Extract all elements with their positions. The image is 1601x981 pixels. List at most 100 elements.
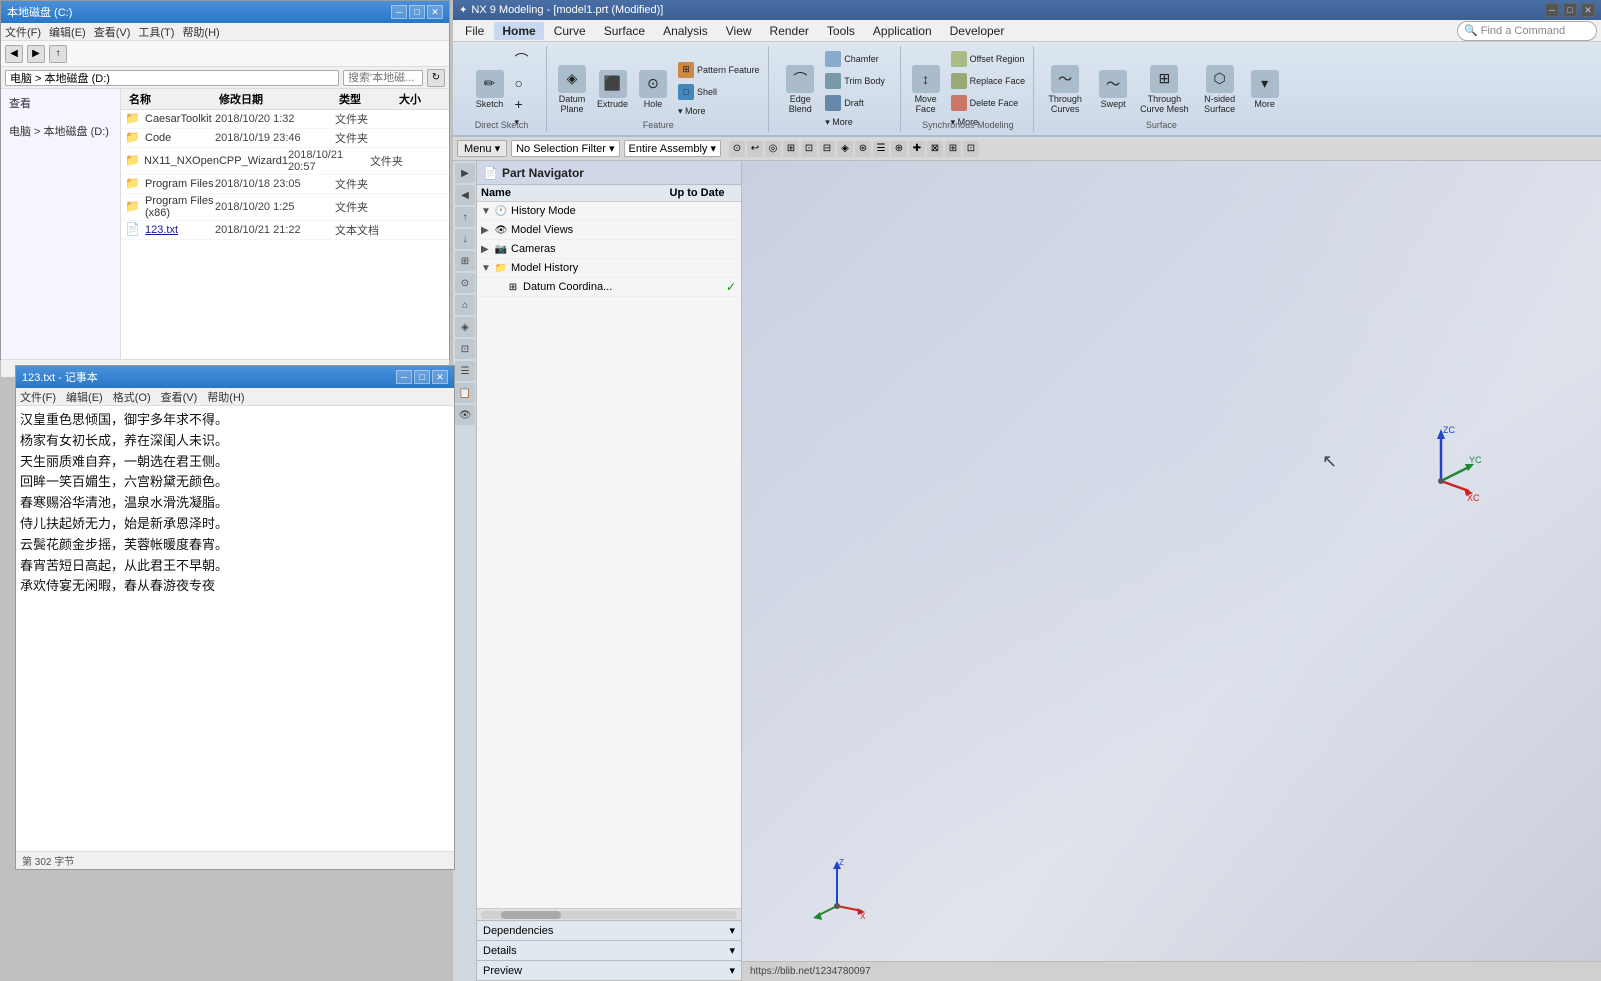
sel-icon-6[interactable]: ⊟	[819, 141, 835, 157]
explorer-menu-file[interactable]: 文件(F)	[5, 24, 41, 40]
explorer-col-name[interactable]: 名称	[125, 91, 215, 107]
feature-more-button[interactable]: ▾ More	[674, 104, 764, 119]
explorer-menu-tools[interactable]: 工具(T)	[138, 24, 174, 40]
explorer-row-1[interactable]: 📁 Code 2018/10/19 23:46 文件夹	[121, 129, 449, 148]
nav-item-datum-coord[interactable]: ⊞ Datum Coordina... ✓	[477, 278, 741, 297]
nav-scrollbar[interactable]	[477, 908, 741, 920]
notepad-menu-view[interactable]: 查看(V)	[161, 389, 198, 405]
explorer-left-breadcrumb[interactable]: 电脑 > 本地磁盘 (D:)	[5, 121, 116, 141]
sidebar-icon-4[interactable]: ↓	[455, 229, 475, 249]
menu-dropdown-button[interactable]: Menu ▾	[457, 140, 507, 157]
sketch-point-button[interactable]: +	[511, 94, 533, 114]
explorer-back-button[interactable]: ◀	[5, 45, 23, 63]
nav-section-preview[interactable]: Preview ▾	[477, 961, 741, 981]
3d-viewport[interactable]: ZC YC XC	[742, 161, 1601, 981]
sel-icon-12[interactable]: ⊠	[927, 141, 943, 157]
nx-menu-surface[interactable]: Surface	[596, 22, 653, 40]
explorer-col-size[interactable]: 大小	[395, 91, 445, 107]
nav-item-model-views[interactable]: ▶ 👁 Model Views	[477, 221, 741, 240]
sel-icon-9[interactable]: ☰	[873, 141, 889, 157]
sidebar-icon-2[interactable]: ◀	[455, 185, 475, 205]
explorer-address-input[interactable]	[5, 70, 339, 86]
sel-icon-1[interactable]: ⊙	[729, 141, 745, 157]
explorer-row-4[interactable]: 📁 Program Files (x86) 2018/10/20 1:25 文件…	[121, 194, 449, 221]
explorer-maximize-button[interactable]: □	[409, 5, 425, 19]
sel-icon-10[interactable]: ⊕	[891, 141, 907, 157]
nx-close-button[interactable]: ✕	[1581, 3, 1595, 17]
nx-menu-file[interactable]: File	[457, 22, 492, 40]
sidebar-icon-3[interactable]: ↑	[455, 207, 475, 227]
extrude-button[interactable]: ⬛ Extrude	[593, 67, 632, 112]
sidebar-icon-5[interactable]: ⊞	[455, 251, 475, 271]
offset-region-button[interactable]: Offset Region	[947, 49, 1030, 69]
nx-minimize-button[interactable]: ─	[1545, 3, 1559, 17]
notepad-text-area[interactable]: 汉皇重色思倾国，御宇多年求不得。 杨家有女初长成，养在深闺人未识。 天生丽质难自…	[16, 406, 454, 851]
nav-scroll-thumb[interactable]	[501, 911, 561, 919]
sel-icon-3[interactable]: ◎	[765, 141, 781, 157]
explorer-row-5[interactable]: 📄 123.txt 2018/10/21 21:22 文本文档	[121, 221, 449, 240]
sel-icon-7[interactable]: ◈	[837, 141, 853, 157]
nx-menu-home[interactable]: Home	[494, 22, 543, 40]
sketch-arc-button[interactable]: ⌒	[511, 48, 533, 72]
through-curves-button[interactable]: 〜 ThroughCurves	[1040, 62, 1090, 117]
nav-section-dependencies[interactable]: Dependencies ▾	[477, 921, 741, 941]
datum-plane-button[interactable]: ◈ DatumPlane	[553, 62, 591, 117]
sketch-button[interactable]: ✏ Sketch	[471, 67, 509, 112]
sel-icon-11[interactable]: ✚	[909, 141, 925, 157]
find-command-input[interactable]: 🔍 Find a Command	[1457, 21, 1597, 41]
sidebar-icon-12[interactable]: 👁	[455, 405, 475, 425]
nav-item-history-mode[interactable]: ▼ 🕐 History Mode	[477, 202, 741, 221]
edge-more-button[interactable]: ▾ More	[821, 115, 889, 130]
sel-icon-4[interactable]: ⊞	[783, 141, 799, 157]
explorer-col-type[interactable]: 类型	[335, 91, 395, 107]
swept-button[interactable]: 〜 Swept	[1092, 67, 1134, 112]
nx-menu-analysis[interactable]: Analysis	[655, 22, 716, 40]
nx-menu-view[interactable]: View	[718, 22, 760, 40]
notepad-minimize-button[interactable]: ─	[396, 370, 412, 384]
through-curve-mesh-button[interactable]: ⊞ ThroughCurve Mesh	[1136, 62, 1193, 117]
notepad-maximize-button[interactable]: □	[414, 370, 430, 384]
selection-filter-dropdown[interactable]: No Selection Filter ▾	[511, 140, 619, 157]
sel-icon-8[interactable]: ⊛	[855, 141, 871, 157]
hole-button[interactable]: ⊙ Hole	[634, 67, 672, 112]
delete-face-button[interactable]: Delete Face	[947, 93, 1030, 113]
nx-maximize-button[interactable]: □	[1563, 3, 1577, 17]
cameras-expand[interactable]: ▶	[481, 244, 493, 255]
nx-menu-tools[interactable]: Tools	[819, 22, 863, 40]
sidebar-icon-9[interactable]: ⊡	[455, 339, 475, 359]
sel-icon-5[interactable]: ⊡	[801, 141, 817, 157]
explorer-refresh-button[interactable]: ↻	[427, 69, 445, 87]
pattern-feature-button[interactable]: ⊞ Pattern Feature	[674, 60, 764, 80]
shell-button[interactable]: □ Shell	[674, 82, 764, 102]
explorer-col-date[interactable]: 修改日期	[215, 91, 335, 107]
model-history-expand[interactable]: ▼	[481, 263, 493, 274]
notepad-menu-format[interactable]: 格式(O)	[113, 389, 151, 405]
sel-icon-13[interactable]: ⊞	[945, 141, 961, 157]
sidebar-icon-6[interactable]: ⊙	[455, 273, 475, 293]
notepad-menu-edit[interactable]: 编辑(E)	[66, 389, 103, 405]
surface-more-button[interactable]: ▾ More	[1247, 67, 1283, 112]
nx-menu-developer[interactable]: Developer	[942, 22, 1013, 40]
sidebar-icon-11[interactable]: 📋	[455, 383, 475, 403]
sidebar-icon-7[interactable]: ⌂	[455, 295, 475, 315]
nx-menu-render[interactable]: Render	[762, 22, 817, 40]
explorer-search-input[interactable]	[343, 70, 423, 86]
replace-face-button[interactable]: Replace Face	[947, 71, 1030, 91]
explorer-up-button[interactable]: ↑	[49, 45, 67, 63]
explorer-menu-help[interactable]: 帮助(H)	[182, 24, 219, 40]
trim-body-button[interactable]: Trim Body	[821, 71, 889, 91]
explorer-close-button[interactable]: ✕	[427, 5, 443, 19]
nx-menu-application[interactable]: Application	[865, 22, 940, 40]
explorer-forward-button[interactable]: ▶	[27, 45, 45, 63]
nav-item-model-history[interactable]: ▼ 📁 Model History	[477, 259, 741, 278]
explorer-menu-view[interactable]: 查看(V)	[94, 24, 131, 40]
notepad-menu-help[interactable]: 帮助(H)	[207, 389, 244, 405]
sel-icon-14[interactable]: ⊡	[963, 141, 979, 157]
sidebar-icon-10[interactable]: ☰	[455, 361, 475, 381]
chamfer-button[interactable]: Chamfer	[821, 49, 889, 69]
move-face-button[interactable]: ↕ MoveFace	[907, 62, 945, 117]
nav-section-details[interactable]: Details ▾	[477, 941, 741, 961]
explorer-row-3[interactable]: 📁 Program Files 2018/10/18 23:05 文件夹	[121, 175, 449, 194]
edge-blend-button[interactable]: ⌒ EdgeBlend	[781, 62, 819, 117]
nx-menu-curve[interactable]: Curve	[546, 22, 594, 40]
